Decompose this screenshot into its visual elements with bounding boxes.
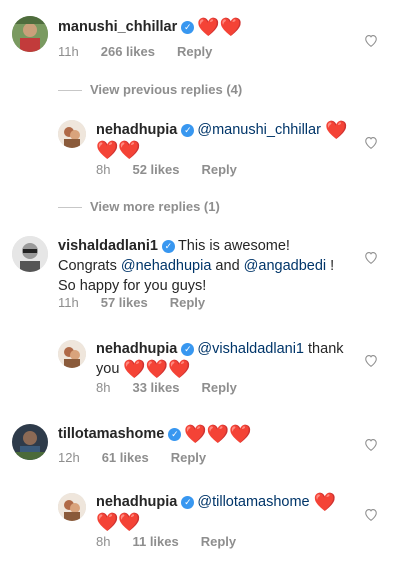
- like-heart-icon[interactable]: [364, 508, 378, 521]
- reply-button[interactable]: Reply: [171, 450, 206, 465]
- reply-mention[interactable]: @manushi_chhillar: [197, 122, 321, 138]
- reply-hearts: ❤️❤️: [96, 512, 141, 532]
- comment-text: tillotamashome ✓ ❤️❤️❤️: [58, 424, 252, 444]
- comment-hearts: ❤️❤️: [197, 17, 243, 37]
- comment-body: Congrats: [58, 258, 121, 274]
- reply-button[interactable]: Reply: [201, 534, 236, 549]
- reply-text: nehadhupia ✓ @vishaldadlani1 thank you ❤️❤…: [96, 339, 356, 379]
- like-heart-icon[interactable]: [364, 354, 378, 367]
- comment-hearts: ❤️❤️❤️: [184, 424, 252, 444]
- view-previous-replies-link[interactable]: View previous replies (4): [90, 82, 242, 98]
- like-heart-icon[interactable]: [364, 251, 378, 264]
- reply-body: thank: [308, 341, 344, 357]
- view-replies-line: [58, 90, 82, 91]
- reply-hearts: ❤️: [324, 120, 348, 140]
- comment-meta: 11h 266 likes Reply: [58, 44, 234, 60]
- like-heart-icon[interactable]: [364, 438, 378, 451]
- comment-mention[interactable]: @nehadhupia: [121, 258, 212, 274]
- avatar[interactable]: [12, 424, 48, 460]
- avatar-image: [12, 16, 48, 52]
- comment-text: vishaldadlani1 ✓ This is awesome! Congrats…: [58, 236, 358, 296]
- comment-likes[interactable]: 57 likes: [101, 295, 148, 310]
- avatar-image: [12, 424, 48, 460]
- reply-username[interactable]: nehadhupia: [96, 494, 177, 510]
- reply-button[interactable]: Reply: [177, 44, 212, 59]
- reply-meta: 8h 52 likes Reply: [96, 162, 259, 178]
- reply-body: you: [96, 361, 120, 377]
- avatar[interactable]: [58, 493, 86, 521]
- verified-badge-icon: ✓: [181, 343, 195, 356]
- comment-time: 11h: [58, 44, 79, 59]
- reply-time: 8h: [96, 534, 111, 549]
- comment-body: !: [326, 258, 335, 274]
- reply-button[interactable]: Reply: [201, 162, 236, 177]
- reply-text: nehadhupia ✓ @tillotamashome ❤️ ❤️❤️: [96, 492, 356, 532]
- avatar[interactable]: [12, 236, 48, 272]
- reply-button[interactable]: Reply: [170, 295, 205, 310]
- reply-meta: 8h 33 likes Reply: [96, 380, 259, 396]
- verified-badge-icon: ✓: [181, 124, 195, 137]
- avatar-image: [58, 120, 86, 148]
- comment-body: This is awesome!: [177, 238, 290, 254]
- reply-hearts: ❤️❤️: [96, 140, 141, 160]
- reply-hearts: ❤️: [313, 492, 337, 512]
- comment-text: manushi_chhillar ✓ ❤️❤️: [58, 17, 242, 37]
- comment-body: So happy for you guys!: [58, 278, 207, 294]
- comment-likes[interactable]: 61 likes: [102, 450, 149, 465]
- reply-likes[interactable]: 33 likes: [132, 380, 179, 395]
- view-more-replies-link[interactable]: View more replies (1): [90, 199, 220, 215]
- reply-button[interactable]: Reply: [201, 380, 236, 395]
- comment-username[interactable]: vishaldadlani1: [58, 238, 158, 254]
- reply-likes[interactable]: 11 likes: [132, 534, 178, 549]
- comment-time: 11h: [58, 295, 79, 310]
- comment-body: and: [211, 258, 244, 274]
- reply-text: nehadhupia ✓ @manushi_chhillar ❤️ ❤️❤️: [96, 120, 356, 160]
- comment-username[interactable]: tillotamashome: [58, 426, 164, 442]
- comment-meta: 11h 57 likes Reply: [58, 295, 227, 311]
- avatar-image: [58, 340, 86, 368]
- comment-meta: 12h 61 likes Reply: [58, 450, 228, 466]
- avatar[interactable]: [12, 16, 48, 52]
- reply-time: 8h: [96, 162, 111, 177]
- avatar-image: [58, 493, 86, 521]
- reply-username[interactable]: nehadhupia: [96, 341, 177, 357]
- reply-meta: 8h 11 likes Reply: [96, 534, 258, 550]
- avatar[interactable]: [58, 120, 86, 148]
- reply-mention[interactable]: @tillotamashome: [197, 494, 309, 510]
- like-heart-icon[interactable]: [364, 136, 378, 149]
- reply-time: 8h: [96, 380, 111, 395]
- avatar-image: [12, 236, 48, 272]
- comment-mention[interactable]: @angadbedi: [244, 258, 326, 274]
- like-heart-icon[interactable]: [364, 34, 378, 47]
- verified-badge-icon: ✓: [168, 428, 182, 441]
- reply-mention[interactable]: @vishaldadlani1: [197, 341, 304, 357]
- reply-hearts: ❤️❤️❤️: [123, 359, 191, 379]
- reply-username[interactable]: nehadhupia: [96, 122, 177, 138]
- verified-badge-icon: ✓: [181, 21, 195, 34]
- view-replies-line: [58, 207, 82, 208]
- comment-time: 12h: [58, 450, 80, 465]
- verified-badge-icon: ✓: [181, 496, 195, 509]
- reply-likes[interactable]: 52 likes: [132, 162, 179, 177]
- comment-username[interactable]: manushi_chhillar: [58, 19, 177, 35]
- avatar[interactable]: [58, 340, 86, 368]
- verified-badge-icon: ✓: [161, 240, 175, 253]
- comment-likes[interactable]: 266 likes: [101, 44, 155, 59]
